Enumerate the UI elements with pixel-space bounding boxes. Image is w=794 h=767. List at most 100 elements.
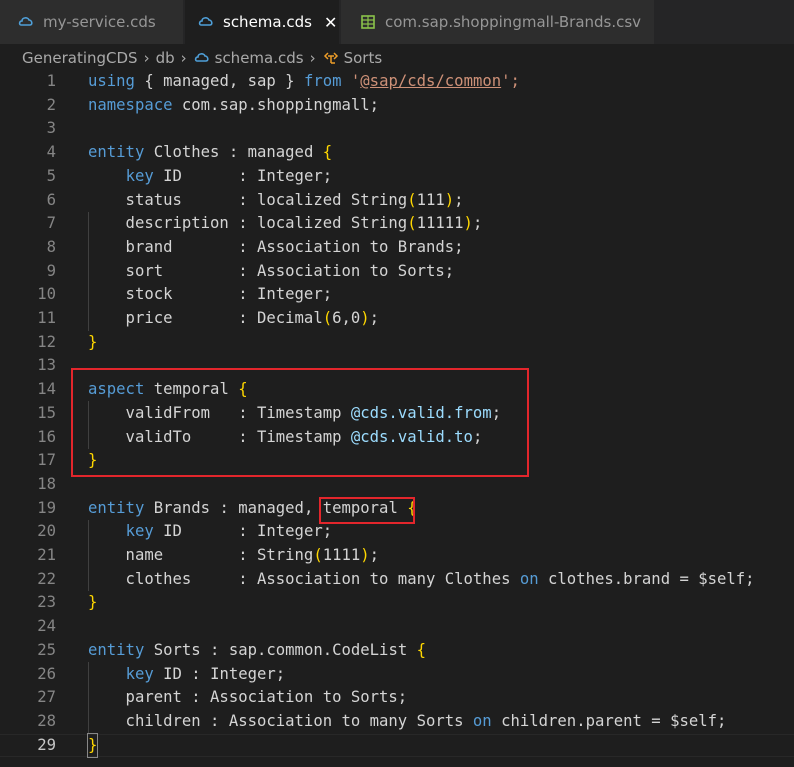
tab-brands-csv[interactable]: com.sap.shoppingmall-Brands.csv [341,0,654,44]
code-text: namespace com.sap.shoppingmall; [88,94,379,118]
keyword: on [519,569,539,588]
keyword: key [125,166,154,185]
line-number: 20 [37,522,56,541]
string-quote: '; [501,72,520,90]
code-line: 1 using { managed, sap } from '@sap/cds/… [0,70,794,94]
line-number: 24 [37,617,56,636]
line-number: 7 [46,214,56,233]
code-line: 24 [0,615,794,639]
line-number: 12 [37,332,56,351]
code-text: children : Association to many Sorts on … [88,710,727,734]
keyword: using [88,72,135,90]
code-token: children.parent = $self; [491,711,727,730]
line-number: 25 [37,640,56,659]
code-token: children : Association to many Sorts [88,711,473,730]
line-number: 6 [46,190,56,209]
bracket: ) [360,546,370,564]
bracket: } [86,732,99,759]
code-token: Sorts : sap.common.CodeList [144,640,417,659]
code-line: 11 price : Decimal(6,0); [0,307,794,331]
keyword: entity [88,498,145,517]
code-token: ; [369,309,380,327]
line-number: 5 [46,166,56,185]
line-number: 13 [37,356,56,375]
breadcrumb-item[interactable]: Sorts [344,49,383,67]
line-number: 19 [37,498,56,517]
code-token: ID : Integer; [153,664,286,683]
code-token: ID : Integer; [153,522,333,541]
breadcrumb-item[interactable]: GeneratingCDS [22,49,138,67]
code-line: 3 [0,117,794,141]
code-token: 111 [416,190,445,209]
code-text: key ID : Integer; [88,520,333,544]
code-line: 9 sort : Association to Sorts; [0,260,794,284]
highlight-box-aspect-temporal [71,368,529,477]
line-number: 8 [46,237,56,256]
code-line: 28 children : Association to many Sorts … [0,710,794,734]
code-line: 21 name : String(1111); [0,544,794,568]
line-number: 1 [46,72,56,90]
line-number: 17 [37,451,56,470]
line-number: 27 [37,688,56,707]
keyword: entity [88,640,145,659]
bracket: ( [407,190,417,209]
bracket: { [322,143,333,162]
code-text: key ID : Integer; [88,165,333,189]
symbol-class-icon [322,49,340,67]
code-token: clothes.brand = $self; [538,569,755,588]
editor-tab-bar: my-service.cds schema.cds ✕ com.sap.shop… [0,0,794,44]
code-line: 8 brand : Association to Brands; [0,236,794,260]
bracket: ( [322,309,333,327]
keyword: entity [88,143,145,162]
chevron-right-icon: › [143,49,150,67]
code-line: 2 namespace com.sap.shoppingmall; [0,94,794,118]
cds-file-icon [193,49,211,67]
code-token: 6,0 [332,309,361,327]
bracket: } [88,332,98,351]
code-token: 1111 [322,546,361,564]
import-path-link[interactable]: @sap/cds/common [360,72,501,90]
line-number: 28 [37,711,56,730]
close-icon[interactable]: ✕ [324,13,337,32]
code-text: description : localized String(11111); [88,212,483,236]
keyword: key [125,664,154,683]
code-line: 23 } [0,591,794,615]
code-text: clothes : Association to many Clothes on… [88,568,755,592]
line-number: 10 [37,285,56,304]
line-number: 14 [37,380,56,399]
line-number: 15 [37,403,56,422]
code-text: name : String(1111); [88,544,380,568]
keyword: namespace [88,95,173,114]
code-text: parent : Association to Sorts; [88,688,408,707]
breadcrumb-item[interactable]: db [156,49,175,67]
code-token: clothes : Association to many Clothes [88,569,520,588]
line-number: 18 [37,474,56,493]
bracket: ( [407,214,417,233]
code-line: 27 parent : Association to Sorts; [0,686,794,710]
code-token: Clothes : managed [144,143,323,162]
code-text: status : localized String(111); [88,189,464,213]
code-line: 29 } [0,732,794,759]
breadcrumb-item[interactable]: schema.cds [215,49,304,67]
code-line: 26 key ID : Integer; [0,663,794,687]
chevron-right-icon: › [309,49,316,67]
code-token: description : localized String [88,214,408,233]
code-token: status : localized String [88,190,408,209]
code-line: 10 stock : Integer; [0,283,794,307]
bracket: ) [444,190,455,209]
tab-my-service-cds[interactable]: my-service.cds [0,0,183,44]
tab-label: com.sap.shoppingmall-Brands.csv [385,13,642,31]
code-token: price : Decimal [88,309,323,327]
string-quote: ' [341,72,361,90]
tab-schema-cds[interactable]: schema.cds ✕ [185,0,339,44]
code-line: 7 description : localized String(11111); [0,212,794,236]
line-number: 11 [37,309,56,327]
tab-label: my-service.cds [43,13,156,31]
code-text: stock : Integer; [88,285,333,304]
csv-file-icon [359,13,377,31]
code-token: ; [369,546,380,564]
line-number: 26 [37,664,56,683]
chevron-right-icon: › [180,49,187,67]
code-line: 4 entity Clothes : managed { [0,141,794,165]
